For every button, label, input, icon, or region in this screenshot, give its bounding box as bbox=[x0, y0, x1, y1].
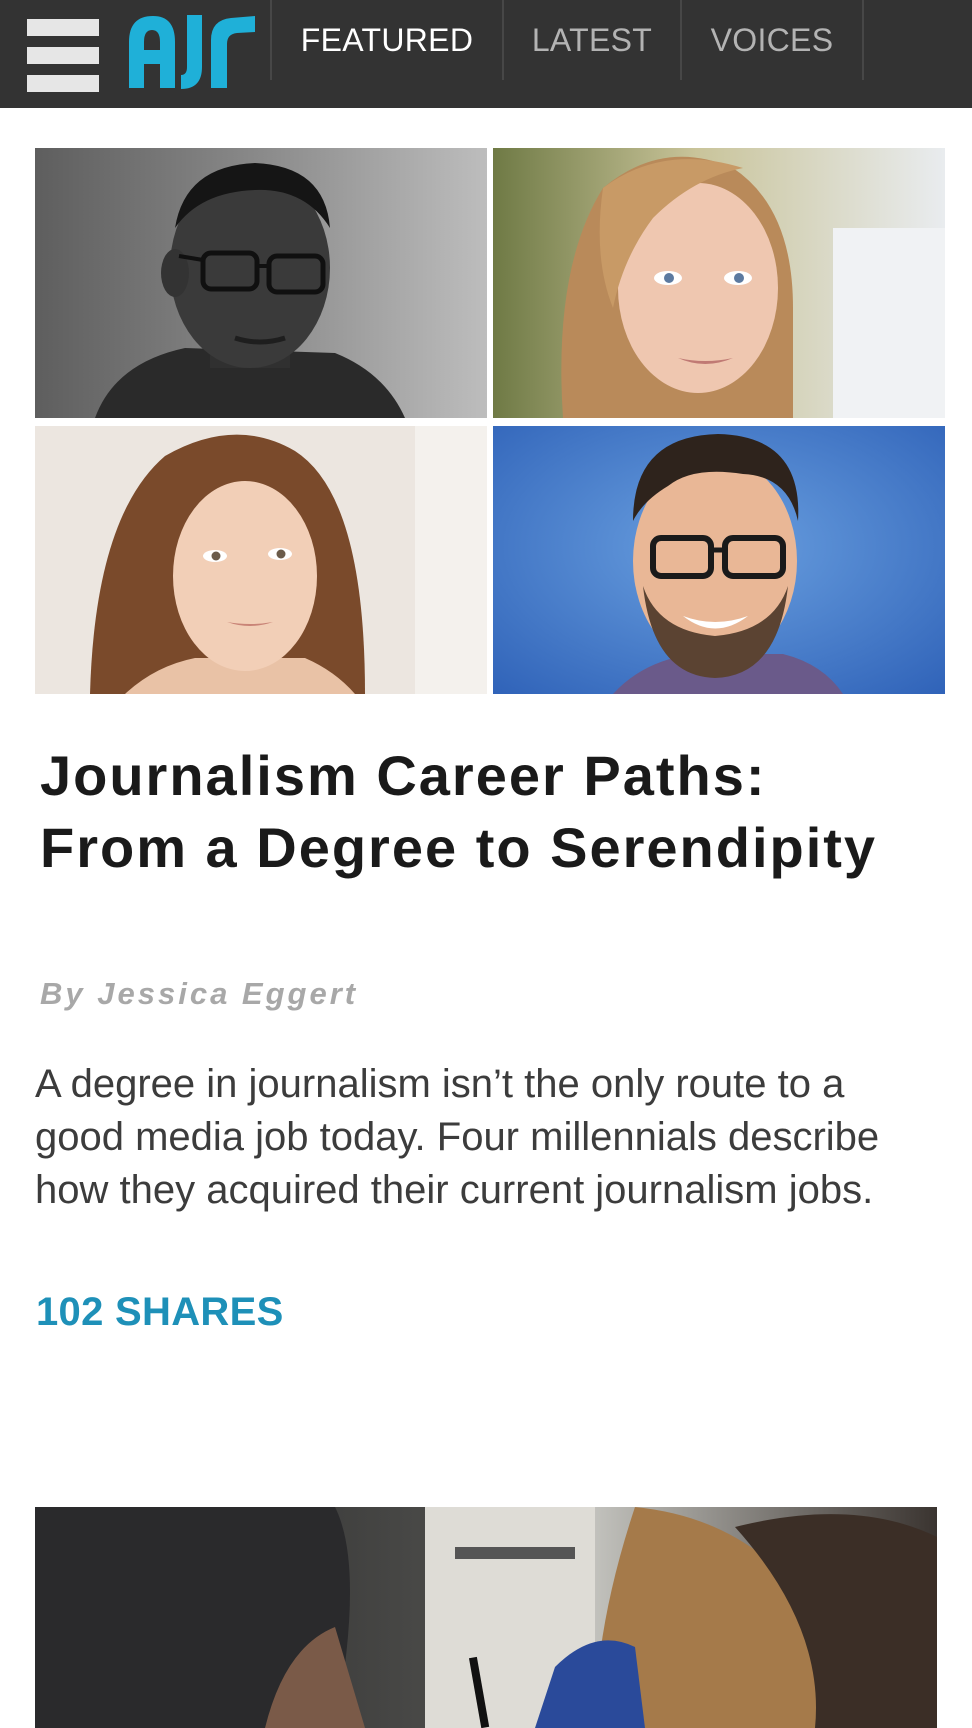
top-navigation-bar: FEATURED LATEST VOICES bbox=[0, 0, 972, 108]
portrait-photo-4[interactable] bbox=[493, 426, 945, 694]
ajr-logo-mark bbox=[129, 15, 255, 89]
tab-latest[interactable]: LATEST bbox=[504, 0, 680, 80]
article-summary: A degree in journalism isn’t the only ro… bbox=[35, 1062, 880, 1212]
portrait-photo-1[interactable] bbox=[35, 148, 487, 418]
main-nav: FEATURED LATEST VOICES bbox=[270, 0, 864, 80]
tab-featured[interactable]: FEATURED bbox=[272, 0, 502, 80]
portrait-photo-3[interactable] bbox=[35, 426, 487, 694]
nav-divider bbox=[862, 0, 864, 80]
author-link[interactable]: Jessica Eggert bbox=[97, 976, 358, 1011]
ajr-logo[interactable] bbox=[127, 12, 257, 90]
article-byline: By Jessica Eggert bbox=[40, 976, 358, 1012]
article-headline[interactable]: Journalism Career Paths: From a Degree t… bbox=[40, 740, 920, 884]
share-count[interactable]: 102 SHARES bbox=[36, 1290, 284, 1335]
portrait-photo-2[interactable] bbox=[493, 148, 945, 418]
next-article-photo[interactable] bbox=[35, 1507, 937, 1728]
menu-button[interactable] bbox=[0, 0, 120, 108]
hamburger-menu-icon bbox=[27, 19, 99, 92]
byline-prefix: By bbox=[40, 976, 86, 1011]
tab-voices[interactable]: VOICES bbox=[682, 0, 862, 80]
featured-photo-grid bbox=[35, 148, 945, 694]
